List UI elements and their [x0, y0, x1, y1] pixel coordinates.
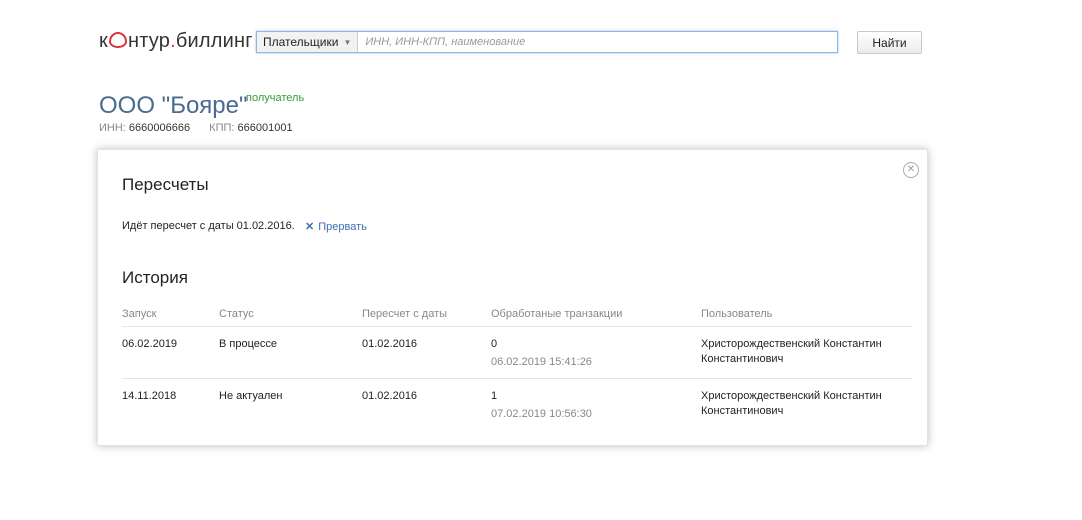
abort-label: Прервать — [318, 221, 367, 233]
cell-status: В процессе — [219, 338, 277, 350]
logo-cloud-icon — [108, 32, 127, 48]
tx-count: 0 — [491, 338, 498, 350]
logo-text-mid: нтур — [127, 30, 171, 52]
col-launch: Запуск — [122, 308, 157, 320]
x-icon: ✕ — [305, 221, 315, 233]
user-name-line2: Константинович — [701, 353, 784, 365]
cell-status: Не актуален — [219, 390, 283, 402]
cell-transactions: 0 06.02.2019 15:41:26 — [491, 337, 592, 370]
tx-count: 1 — [491, 390, 498, 402]
inn-label: ИНН: — [99, 122, 126, 134]
search-type-select[interactable]: Плательщики ▼ — [257, 32, 359, 52]
kpp-value: 666001001 — [237, 122, 293, 134]
col-transactions: Обработаные транзакции — [491, 308, 623, 320]
org-role-badge: получатель — [246, 92, 305, 104]
col-user: Пользователь — [701, 308, 773, 320]
chevron-down-icon: ▼ — [343, 37, 352, 47]
history-title: История — [122, 268, 188, 287]
cell-from-date: 01.02.2016 — [362, 338, 418, 350]
abort-link[interactable]: ✕ Прервать — [305, 220, 367, 233]
table-row: 06.02.2019 В процессе 01.02.2016 0 06.02… — [122, 327, 912, 379]
org-ids: ИНН: 6660006666 КПП: 666001001 — [99, 122, 293, 134]
recalc-status: Идёт пересчет с даты 01.02.2016. — [122, 220, 295, 232]
recalc-panel: ✕ Пересчеты Идёт пересчет с даты 01.02.2… — [97, 149, 928, 446]
user-name-line1: Христорождественский Константин — [701, 338, 882, 350]
find-button[interactable]: Найти — [857, 31, 922, 54]
history-table: Запуск Статус Пересчет с даты Обработаны… — [122, 307, 912, 430]
table-row: 14.11.2018 Не актуален 01.02.2016 1 07.0… — [122, 379, 912, 430]
header: к нтур . биллинг Плательщики ▼ Найти — [0, 0, 1082, 80]
logo-text-start: к — [99, 30, 108, 52]
tx-time: 06.02.2019 15:41:26 — [491, 356, 592, 368]
org-name: ООО "Бояре" — [99, 92, 248, 119]
logo[interactable]: к нтур . биллинг — [99, 30, 253, 53]
cell-from-date: 01.02.2016 — [362, 390, 418, 402]
user-name-line1: Христорождественский Константин — [701, 390, 882, 402]
search-type-label: Плательщики — [263, 35, 339, 49]
tx-time: 07.02.2019 10:56:30 — [491, 408, 592, 420]
panel-title: Пересчеты — [122, 175, 209, 194]
table-header: Запуск Статус Пересчет с даты Обработаны… — [122, 307, 912, 327]
close-circle-icon[interactable]: ✕ — [903, 162, 919, 178]
cell-launch: 06.02.2019 — [122, 338, 178, 350]
search-bar: Плательщики ▼ — [256, 31, 838, 53]
user-name-line2: Константинович — [701, 405, 784, 417]
inn-value: 6660006666 — [128, 122, 191, 134]
cell-user: Христорождественский Константин Констант… — [701, 389, 901, 419]
search-input[interactable] — [358, 33, 837, 51]
kpp-label: КПП: — [209, 122, 235, 134]
cell-launch: 14.11.2018 — [122, 390, 177, 402]
cell-transactions: 1 07.02.2019 10:56:30 — [491, 389, 592, 422]
col-status: Статус — [219, 308, 254, 320]
col-from-date: Пересчет с даты — [362, 308, 448, 320]
cell-user: Христорождественский Константин Констант… — [701, 337, 901, 367]
logo-text-suffix: биллинг — [175, 30, 253, 52]
